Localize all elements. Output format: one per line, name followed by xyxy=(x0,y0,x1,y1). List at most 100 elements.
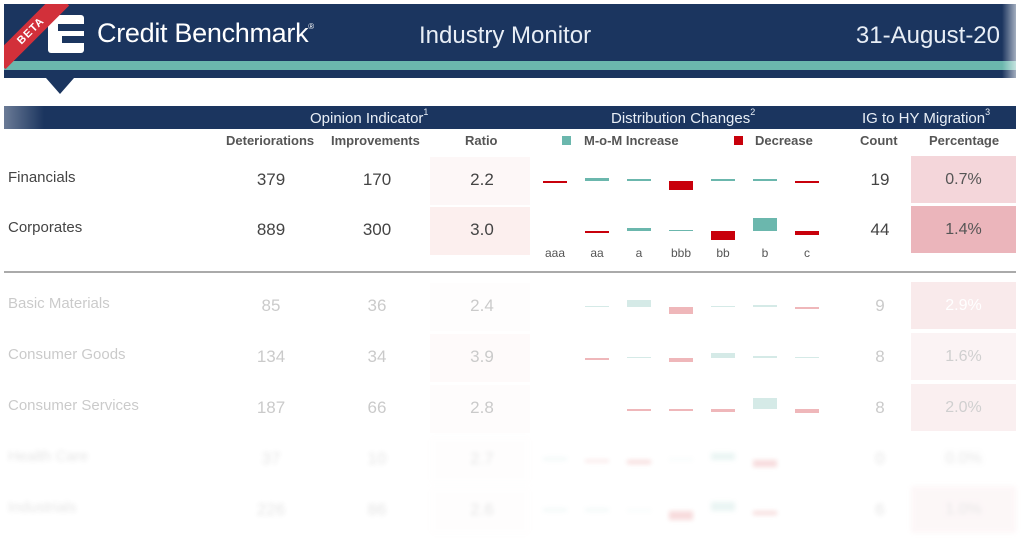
distribution-bar-c xyxy=(795,307,819,309)
section-ig-hy-migration: IG to HY Migration3 xyxy=(862,107,991,127)
col-header-ratio: Ratio xyxy=(465,133,498,148)
table-row[interactable]: Industrials 226 86 2.6 6 1.0% xyxy=(0,485,1024,535)
table-row[interactable]: Consumer Goods 134 34 3.9 8 1.6% xyxy=(0,332,1024,382)
distribution-bar-c xyxy=(795,231,819,236)
table-row[interactable]: Consumer Services 187 66 2.8 8 2.0% xyxy=(0,383,1024,433)
industry-name: Industrials xyxy=(8,499,77,516)
distribution-bar-aa xyxy=(585,508,609,511)
distribution-bar-bb xyxy=(711,179,735,181)
distribution-bar-aa xyxy=(585,358,609,360)
distribution-bar-bbb xyxy=(669,409,693,412)
page-title: Industry Monitor xyxy=(419,22,592,49)
ratio-value: 2.8 xyxy=(470,398,494,417)
col-header-improvements: Improvements xyxy=(331,133,420,148)
percentage-value: 1.6% xyxy=(945,347,982,365)
table-row[interactable]: Basic Materials 85 36 2.4 9 2.9% xyxy=(0,281,1024,331)
distribution-bar-aa xyxy=(585,177,609,181)
distribution-bar-a xyxy=(627,227,651,231)
distribution-bar-b xyxy=(753,217,777,231)
ratio-value: 3.9 xyxy=(470,347,494,366)
distribution-bar-b xyxy=(753,398,777,409)
count-value: 9 xyxy=(875,296,885,315)
improvements-value: 300 xyxy=(362,220,392,239)
count-value: 44 xyxy=(870,220,890,239)
section-distribution-changes: Distribution Changes2 xyxy=(611,107,756,127)
distribution-bar-aaa xyxy=(543,508,567,511)
distribution-bar-aa xyxy=(585,305,609,307)
brand-name: Credit Benchmark® xyxy=(97,18,314,48)
grade-label-bbb: bbb xyxy=(670,246,692,260)
deteriorations-value: 134 xyxy=(256,347,286,366)
improvements-value: 66 xyxy=(367,398,387,417)
distribution-bar-b xyxy=(753,511,777,516)
industry-name: Consumer Services xyxy=(8,397,139,414)
ig-hy-percentage-cell: 1.6% xyxy=(911,333,1016,380)
deteriorations-value: 187 xyxy=(256,398,286,417)
grade-label-b: b xyxy=(761,246,769,260)
ratio-value: 3.0 xyxy=(470,220,494,239)
header-accent-stripe xyxy=(4,61,1016,70)
distribution-bar-b xyxy=(753,355,777,358)
distribution-bar-c xyxy=(795,356,819,358)
col-header-deteriorations: Deteriorations xyxy=(226,133,315,148)
grade-label-bb: bb xyxy=(716,246,730,260)
distribution-bar-aa xyxy=(585,231,609,234)
distribution-bar-aa xyxy=(585,460,609,463)
distribution-bar-bbb xyxy=(669,358,693,363)
header-pointer-icon xyxy=(46,78,74,94)
section-opinion-indicator: Opinion Indicator1 xyxy=(310,107,429,127)
improvements-value: 36 xyxy=(367,296,387,315)
legend-decrease-swatch-icon xyxy=(734,136,743,145)
count-value: 0 xyxy=(875,449,885,468)
ig-hy-percentage-cell: 2.9% xyxy=(911,282,1016,329)
ratio-value: 2.4 xyxy=(470,296,494,315)
deteriorations-value: 226 xyxy=(256,500,286,519)
deteriorations-value: 37 xyxy=(261,449,281,468)
count-value: 19 xyxy=(870,170,890,189)
ig-hy-percentage-cell: 1.4% xyxy=(911,206,1016,253)
percentage-value: 0.0% xyxy=(945,449,982,467)
distribution-bar-bbb xyxy=(669,511,693,520)
distribution-bar-bbb xyxy=(669,307,693,314)
distribution-bar-bbb xyxy=(669,181,693,190)
industry-name: Basic Materials xyxy=(8,295,110,312)
deteriorations-value: 85 xyxy=(261,296,281,315)
improvements-value: 170 xyxy=(362,170,392,189)
distribution-bar-a xyxy=(627,179,651,181)
industry-name: Financials xyxy=(8,169,76,186)
table-row[interactable]: Financials 379 170 2.2 19 0.7% xyxy=(0,155,1024,205)
distribution-bar-b xyxy=(753,460,777,467)
app-header: Credit Benchmark® Industry Monitor 31-Au… xyxy=(4,4,1016,78)
percentage-value: 0.7% xyxy=(945,170,982,188)
grade-label-c: c xyxy=(804,246,810,260)
distribution-bar-a xyxy=(627,509,651,511)
industry-name: Consumer Goods xyxy=(8,346,126,363)
count-value: 6 xyxy=(875,500,885,519)
distribution-bar-c xyxy=(795,181,819,183)
improvements-value: 34 xyxy=(367,347,387,366)
deteriorations-value: 379 xyxy=(256,170,286,189)
deteriorations-value: 889 xyxy=(256,220,286,239)
ig-hy-percentage-cell: 0.0% xyxy=(911,435,1016,482)
ratio-value: 2.7 xyxy=(470,449,494,468)
distribution-bar-aaa xyxy=(543,181,567,183)
ig-hy-percentage-cell: 0.7% xyxy=(911,156,1016,203)
table-row[interactable]: Corporates 889 300 3.0 44 1.4% xyxy=(0,205,1024,255)
grade-label-aaa: aaa xyxy=(544,246,566,260)
grade-label-a: a xyxy=(635,246,643,260)
distribution-bar-bb xyxy=(711,305,735,307)
table-row[interactable]: Health Care 37 10 2.7 0 0.0% xyxy=(0,434,1024,484)
col-header-percentage: Percentage xyxy=(929,133,1000,148)
distribution-bar-c xyxy=(795,409,819,414)
percentage-value: 1.4% xyxy=(945,220,982,238)
distribution-bar-b xyxy=(753,178,777,181)
percentage-value: 2.9% xyxy=(945,296,982,314)
ratio-value: 2.2 xyxy=(470,170,494,189)
legend-decrease-label: Decrease xyxy=(755,133,813,148)
distribution-bar-bb xyxy=(711,502,735,511)
table-divider xyxy=(4,271,1016,273)
improvements-value: 10 xyxy=(367,449,387,468)
distribution-bar-bbb xyxy=(669,458,693,460)
grade-label-aa: aa xyxy=(590,246,604,260)
percentage-value: 1.0% xyxy=(945,500,982,518)
